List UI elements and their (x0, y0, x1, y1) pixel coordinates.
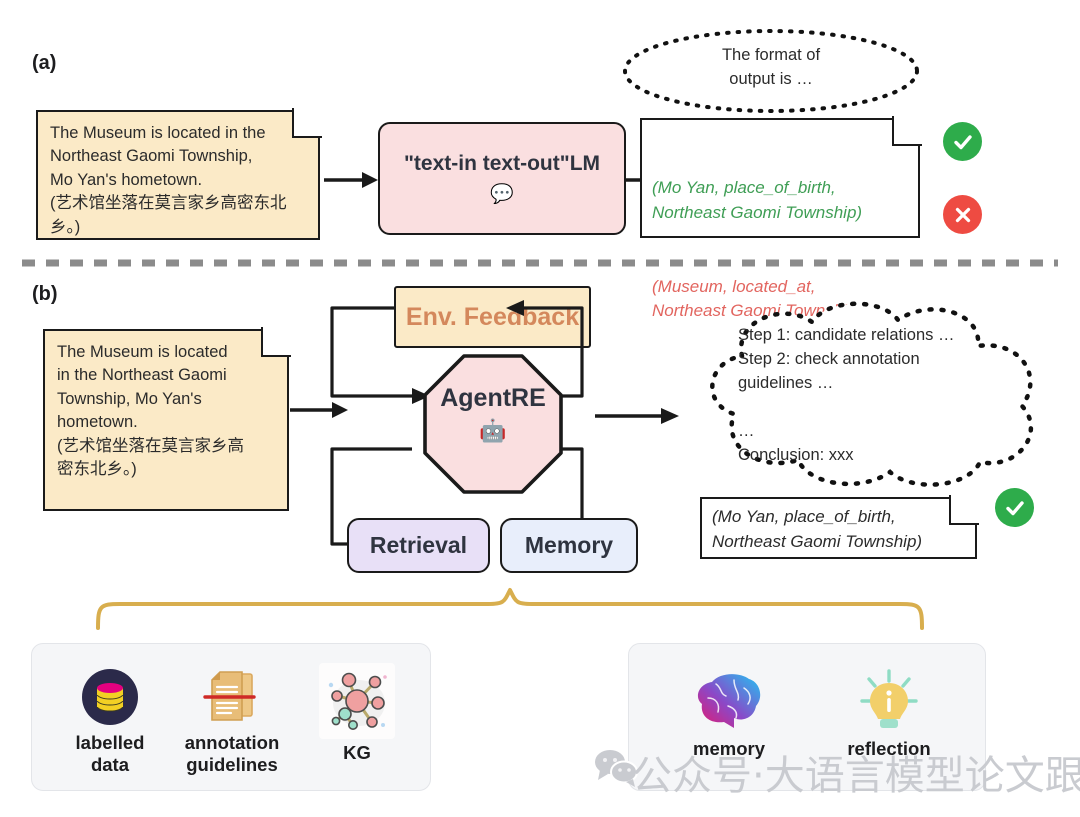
agentre-octagon[interactable]: AgentRE 🤖 (423, 354, 563, 494)
arrow-input-to-lm (324, 172, 378, 188)
retrieval-label: Retrieval (369, 532, 468, 558)
octagon-shape (423, 354, 563, 494)
retrieval-box[interactable]: Retrieval (347, 518, 490, 573)
resource-caption: annotation guidelines (184, 732, 280, 776)
panel-b-input-text: The Museum is located in the Northeast G… (57, 343, 244, 479)
panel-b-thought-cloud: Step 1: candidate relations … Step 2: ch… (672, 296, 1064, 492)
panel-a-thought-text: The format of output is … (721, 46, 821, 88)
lightbulb-icon (819, 668, 959, 734)
resource-caption: KG (343, 742, 371, 763)
resources-brace (96, 588, 924, 630)
output-triple-correct: (Mo Yan, place_of_birth, Northeast Gaomi… (652, 178, 863, 222)
panel-a-thought-cloud: The format of output is … (616, 26, 926, 116)
panel-a-label: (a) (32, 52, 57, 74)
memory-box[interactable]: Memory (500, 518, 638, 573)
retrieval-resources-card: labelled data annotation guidelines KG (31, 643, 431, 791)
panel-a-output-note: (Mo Yan, place_of_birth, Northeast Gaomi… (640, 116, 922, 320)
check-icon (995, 488, 1034, 527)
panel-b-thought-text: Step 1: candidate relations … Step 2: ch… (738, 326, 955, 464)
output-triple-correct: (Mo Yan, place_of_birth, Northeast Gaomi… (712, 507, 923, 551)
text-in-text-out-lm-box[interactable]: "text-in text-out"LM 💬 (378, 122, 626, 235)
brain-icon (659, 668, 799, 734)
knowledge-graph-icon (304, 662, 410, 740)
check-icon (943, 122, 982, 161)
resource-kg[interactable]: KG (304, 662, 410, 764)
resource-caption: labelled data (75, 732, 145, 776)
panel-b-input-note: The Museum is located in the Northeast G… (43, 327, 291, 511)
lm-box-label: "text-in text-out"LM (403, 151, 601, 175)
documents-icon (157, 666, 307, 728)
memory-label: Memory (524, 532, 614, 558)
panel-a-input-note: The Museum is located in the Northeast G… (36, 108, 322, 240)
resource-annotation-guidelines[interactable]: annotation guidelines (157, 666, 307, 776)
panel-b-label: (b) (32, 283, 58, 305)
panel-b-output-note: (Mo Yan, place_of_birth, Northeast Gaomi… (700, 495, 979, 559)
cross-icon (943, 195, 982, 234)
database-icon (55, 666, 165, 728)
speech-bubble-icon: 💬 (490, 183, 514, 205)
resource-labelled-data[interactable]: labelled data (55, 666, 165, 776)
arrow-agent-to-thought (595, 408, 679, 424)
panel-divider (22, 259, 1058, 267)
watermark-text: 公众号·大语言模型论文跟踪 (632, 753, 1080, 799)
panel-a-input-text: The Museum is located in the Northeast G… (50, 124, 287, 236)
